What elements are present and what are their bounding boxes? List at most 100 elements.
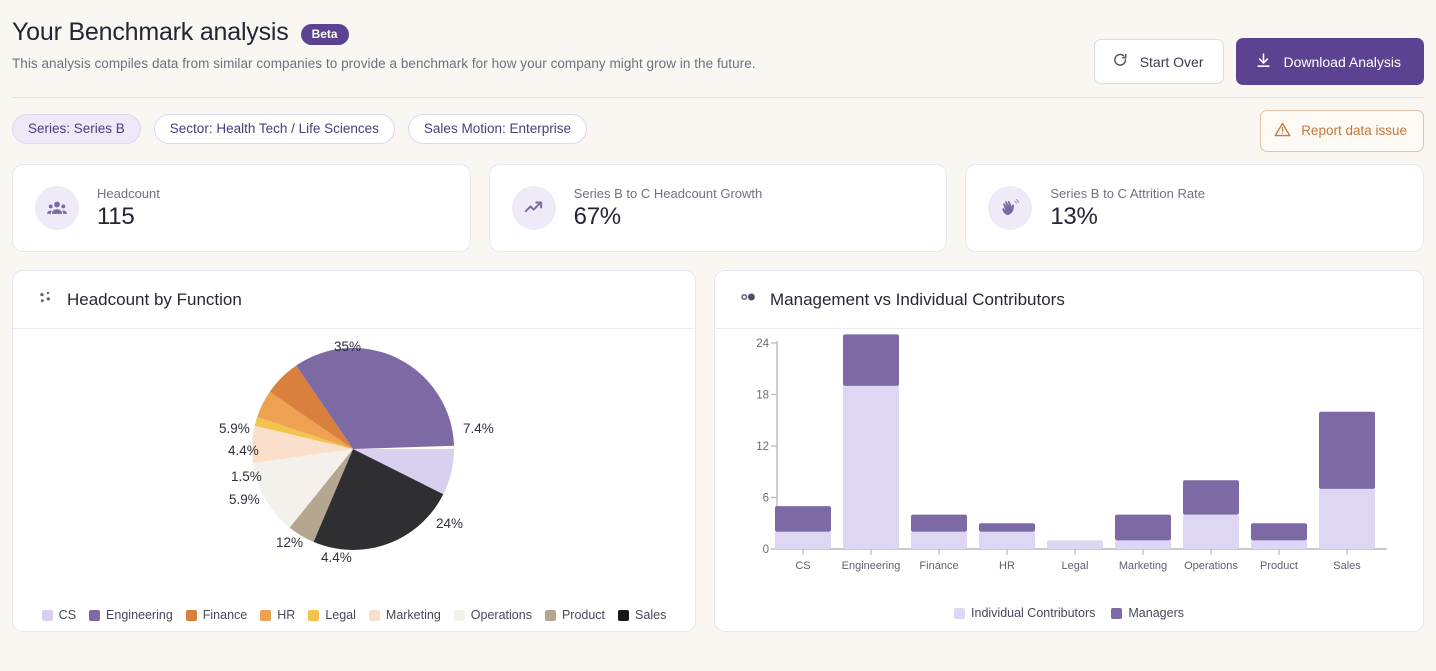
start-over-button[interactable]: Start Over <box>1093 39 1225 84</box>
bar-group-operations <box>1183 480 1239 549</box>
pie-label-marketing: 5.9% <box>229 492 260 507</box>
legend-label: Sales <box>635 608 667 622</box>
pie-label-hr: 4.4% <box>228 443 259 458</box>
pie-chart-svg <box>251 347 454 550</box>
bar-chart: 0 6 12 18 24 CS Engineering Finance HR L… <box>715 329 1423 581</box>
x-tick-legal: Legal <box>1062 560 1089 572</box>
bar-card-title: Management vs Individual Contributors <box>770 289 1065 309</box>
legend-label: Operations <box>470 608 532 622</box>
legend-label: Product <box>561 608 606 622</box>
stat-label: Series B to C Headcount Growth <box>573 185 763 201</box>
pie-label-engineering: 35% <box>334 339 362 354</box>
pie-label-finance: 5.9% <box>219 421 250 436</box>
filter-chip-sector[interactable]: Sector: Health Tech / Life Sciences <box>153 113 395 145</box>
legend-item-individual-contributors[interactable]: Individual Contributors <box>954 606 1095 620</box>
y-tick-24: 24 <box>756 338 769 350</box>
pie-label-product: 4.4% <box>321 550 352 565</box>
pie-label-legal: 1.5% <box>231 469 262 484</box>
x-tick-product: Product <box>1260 560 1298 572</box>
legend-swatch <box>185 609 197 621</box>
legend-label: Managers <box>1128 606 1184 620</box>
stat-card-headcount: Headcount 115 <box>12 164 471 252</box>
stat-value: 115 <box>97 202 135 230</box>
trend-up-icon <box>511 186 556 230</box>
pie-label-sales: 24% <box>436 516 464 531</box>
legend-swatch <box>308 609 320 621</box>
legend-swatch <box>1111 607 1123 619</box>
legend-item-marketing[interactable]: Marketing <box>368 608 441 622</box>
people-icon <box>35 186 79 230</box>
stat-value: 13% <box>1050 202 1098 230</box>
legend-item-cs[interactable]: CS <box>41 608 77 622</box>
charts-row: Headcount by Function 35% 7.4% 24% 4.4% … <box>12 270 1424 632</box>
legend-item-hr[interactable]: HR <box>260 608 295 622</box>
legend-item-finance[interactable]: Finance <box>185 608 248 622</box>
legend-swatch <box>453 609 465 621</box>
headcount-by-function-card: Headcount by Function 35% 7.4% 24% 4.4% … <box>12 270 696 632</box>
bar-card-header: Management vs Individual Contributors <box>715 271 1423 329</box>
legend-swatch <box>954 607 966 619</box>
filters-row: Series: Series B Sector: Health Tech / L… <box>12 98 1424 160</box>
legend-label: Marketing <box>385 608 441 622</box>
stat-card-attrition-rate: Series B to C Attrition Rate 13% <box>965 164 1425 252</box>
two-circles-icon <box>739 288 757 311</box>
bar-group-sales <box>1319 411 1375 549</box>
legend-item-engineering[interactable]: Engineering <box>89 608 173 622</box>
bar-group-finance <box>911 514 967 549</box>
start-over-label: Start Over <box>1139 53 1204 70</box>
bar-group-product <box>1251 523 1307 549</box>
bar-card-body: 0 6 12 18 24 CS Engineering Finance HR L… <box>715 329 1423 631</box>
legend-label: Finance <box>202 608 248 622</box>
x-tick-operations: Operations <box>1184 560 1238 572</box>
x-tick-cs: CS <box>795 560 810 572</box>
x-tick-hr: HR <box>999 560 1015 572</box>
bar-group-engineering <box>843 334 899 549</box>
legend-item-sales[interactable]: Sales <box>618 608 666 622</box>
stat-text-headcount-growth: Series B to C Headcount Growth 67% <box>574 186 763 231</box>
bar-group-legal <box>1047 540 1103 549</box>
legend-swatch <box>618 609 630 621</box>
stat-card-headcount-growth: Series B to C Headcount Growth 67% <box>488 164 948 252</box>
bar-group-cs <box>775 506 831 549</box>
report-data-issue-button[interactable]: Report data issue <box>1260 110 1424 152</box>
legend-label: CS <box>58 608 77 622</box>
legend-swatch <box>260 609 272 621</box>
warning-triangle-icon <box>1274 121 1291 141</box>
legend-label: HR <box>277 608 296 622</box>
management-vs-ic-card: Management vs Individual Contributors 0 … <box>714 270 1424 632</box>
legend-label: Legal <box>325 608 356 622</box>
bar-chart-svg: 0 6 12 18 24 CS Engineering Finance HR L… <box>756 334 1387 572</box>
y-tick-12: 12 <box>756 441 769 453</box>
pie-chart: 35% 7.4% 24% 4.4% 12% 5.9% 1.5% 4.4% 5.9… <box>13 329 695 574</box>
refresh-icon <box>1112 52 1129 71</box>
bar-legend: Individual Contributors Managers <box>715 606 1423 620</box>
legend-label: Individual Contributors <box>971 606 1096 620</box>
bar-group-marketing <box>1115 514 1171 549</box>
pie-legend: CS Engineering Finance HR Legal Marketin… <box>13 608 695 622</box>
x-tick-sales: Sales <box>1333 560 1361 572</box>
pie-card-title: Headcount by Function <box>67 289 242 309</box>
filter-chip-series[interactable]: Series: Series B <box>12 113 141 145</box>
download-analysis-button[interactable]: Download Analysis <box>1236 38 1424 85</box>
benchmark-analysis-page: Your Benchmark analysis Beta This analys… <box>0 0 1436 671</box>
filter-chip-sales-motion[interactable]: Sales Motion: Enterprise <box>407 113 587 145</box>
stat-text-attrition-rate: Series B to C Attrition Rate 13% <box>1050 186 1205 231</box>
legend-swatch <box>41 609 53 621</box>
download-icon <box>1255 52 1272 71</box>
legend-item-operations[interactable]: Operations <box>453 608 532 622</box>
stat-cards-row: Headcount 115 Series B to C Headcount Gr… <box>12 164 1425 252</box>
stat-label: Series B to C Attrition Rate <box>1050 185 1205 201</box>
legend-item-product[interactable]: Product <box>544 608 606 622</box>
legend-swatch <box>89 609 101 621</box>
pie-label-operations: 12% <box>276 535 304 550</box>
legend-item-legal[interactable]: Legal <box>308 608 356 622</box>
report-data-issue-label: Report data issue <box>1301 123 1407 138</box>
legend-swatch <box>368 609 380 621</box>
page-title: Your Benchmark analysis <box>12 18 289 46</box>
stat-text-headcount: Headcount 115 <box>97 186 160 231</box>
legend-item-managers[interactable]: Managers <box>1111 606 1184 620</box>
x-tick-engineering: Engineering <box>842 560 901 572</box>
download-analysis-label: Download Analysis <box>1283 53 1401 70</box>
pie-card-body: 35% 7.4% 24% 4.4% 12% 5.9% 1.5% 4.4% 5.9… <box>13 329 695 631</box>
y-tick-0: 0 <box>763 544 769 556</box>
